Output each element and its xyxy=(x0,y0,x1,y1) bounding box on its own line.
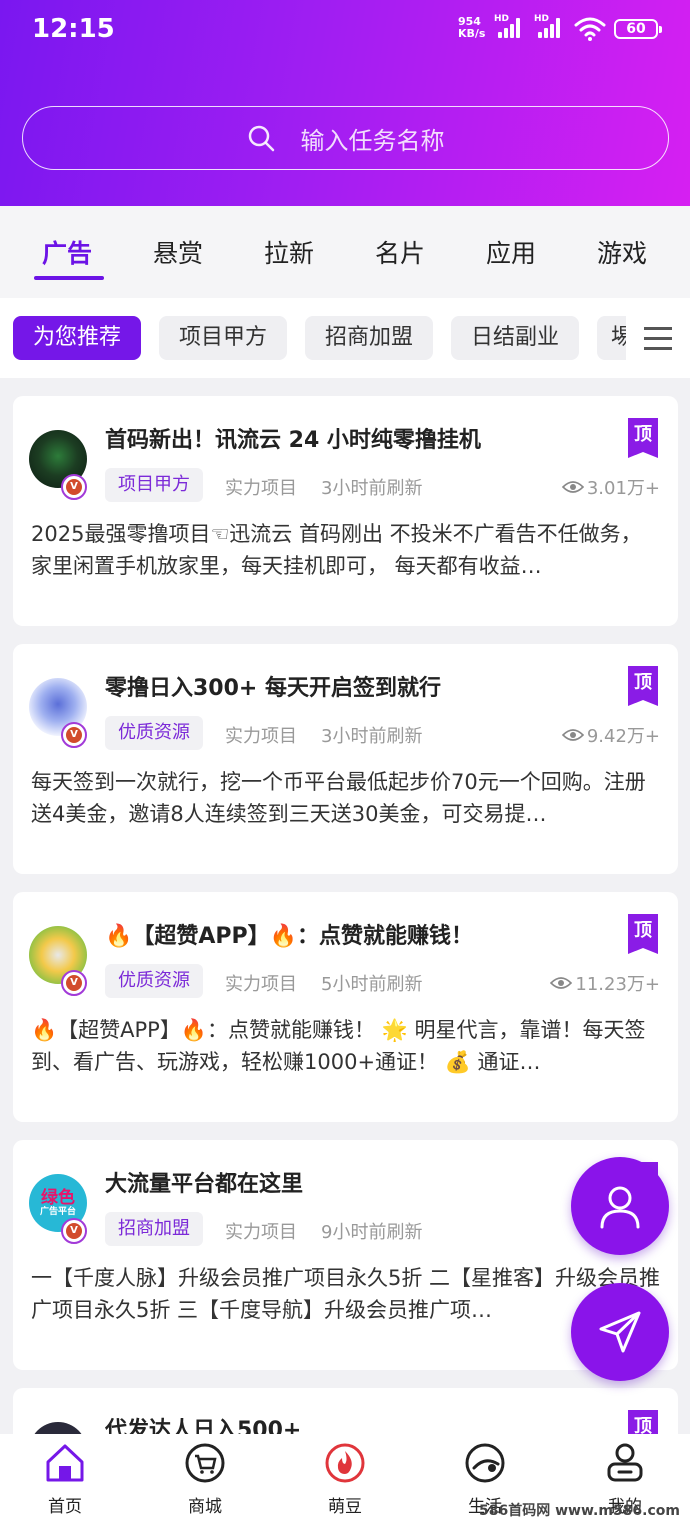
tab-apps[interactable]: 应用 xyxy=(486,234,536,270)
status-bar: 12:15 954 KB/s HD HD 60 xyxy=(0,0,690,60)
search-placeholder: 输入任务名称 xyxy=(300,126,445,155)
speed-unit: KB/s xyxy=(458,27,486,40)
tab-invite[interactable]: 拉新 xyxy=(264,234,314,270)
chip-recommended[interactable]: 为您推荐 xyxy=(13,316,141,360)
task-card[interactable]: V 首码新出！讯流云 24 小时纯零撸挂机 顶 项目甲方 实力项目 3小时前刷新… xyxy=(13,396,678,626)
chip-menu-icon[interactable] xyxy=(626,298,690,378)
card-description: 🔥【超赞APP】🔥：点赞就能赚钱！ 🌟 明星代言，靠谱！每天签到、看广告、玩游戏… xyxy=(31,1018,646,1074)
hd-label-2: HD xyxy=(534,14,550,24)
home-icon xyxy=(46,1444,84,1482)
cart-icon xyxy=(185,1443,225,1483)
card-views: 3.01万+ xyxy=(561,474,660,500)
card-title: 大流量平台都在这里 xyxy=(105,1172,304,1197)
card-description: 一【千度人脉】升级会员推广项目永久5折 二【星推客】升级会员推广项目永久5折 三… xyxy=(31,1266,661,1322)
views-count: 3.01万+ xyxy=(586,478,660,499)
user-icon xyxy=(607,1443,643,1482)
eye-icon xyxy=(550,977,573,989)
card-views: 9.42万+ xyxy=(561,722,660,748)
profile-fab[interactable] xyxy=(571,1157,669,1255)
tab-card[interactable]: 名片 xyxy=(375,234,425,270)
task-card[interactable]: V 零撸日入300+ 每天开启签到就行 顶 优质资源 实力项目 3小时前刷新 9… xyxy=(13,644,678,874)
verified-badge-icon: V xyxy=(61,722,87,748)
card-tag: 招商加盟 xyxy=(105,1212,203,1246)
status-time: 12:15 xyxy=(32,14,115,44)
search-input[interactable]: 输入任务名称 xyxy=(22,106,669,170)
card-meta-time: 5小时前刷新 xyxy=(321,974,423,995)
network-speed: 954 KB/s xyxy=(458,16,485,40)
verified-badge-icon: V xyxy=(61,970,87,996)
nav-home[interactable]: 首页 xyxy=(25,1442,105,1517)
send-icon xyxy=(599,1311,641,1353)
nav-label: 首页 xyxy=(48,1497,82,1517)
views-count: 9.42万+ xyxy=(586,726,660,747)
verified-badge-icon: V xyxy=(61,474,87,500)
card-meta-time: 3小时前刷新 xyxy=(321,478,423,499)
card-meta-time: 3小时前刷新 xyxy=(321,726,423,747)
card-meta-time: 9小时前刷新 xyxy=(321,1222,423,1243)
card-meta-strength: 实力项目 xyxy=(225,1222,297,1243)
life-icon xyxy=(465,1443,505,1483)
pinned-flag: 顶 xyxy=(628,914,658,954)
category-tabs: 广告 悬赏 拉新 名片 应用 游戏 xyxy=(0,206,690,298)
tab-reward[interactable]: 悬赏 xyxy=(153,234,203,270)
views-count: 11.23万+ xyxy=(575,974,660,995)
card-meta-strength: 实力项目 xyxy=(225,726,297,747)
chip-project-owner[interactable]: 项目甲方 xyxy=(159,316,287,360)
tab-ads[interactable]: 广告 xyxy=(42,234,92,270)
tab-games[interactable]: 游戏 xyxy=(597,234,647,270)
user-icon xyxy=(600,1186,640,1229)
wifi-icon xyxy=(574,17,606,41)
chip-daily-side[interactable]: 日结副业 xyxy=(451,316,579,360)
nav-label: 商城 xyxy=(188,1497,222,1517)
hd-label: HD xyxy=(494,14,510,24)
tab-indicator xyxy=(34,276,104,280)
card-tag: 优质资源 xyxy=(105,964,203,998)
card-tag: 项目甲方 xyxy=(105,468,203,502)
fire-icon xyxy=(325,1443,365,1483)
filter-chips: 为您推荐 项目甲方 招商加盟 日结副业 埸 xyxy=(0,298,690,378)
card-title: 零撸日入300+ 每天开启签到就行 xyxy=(105,676,442,701)
eye-icon xyxy=(561,729,584,741)
nav-mall[interactable]: 商城 xyxy=(165,1442,245,1517)
avatar-subtext: 广告平台 xyxy=(39,1206,76,1217)
battery-icon: 60 xyxy=(614,19,662,39)
chip-franchise[interactable]: 招商加盟 xyxy=(305,316,433,360)
card-tag: 优质资源 xyxy=(105,716,203,750)
card-views: 11.23万+ xyxy=(550,970,660,996)
nav-label: 萌豆 xyxy=(328,1497,362,1517)
card-description: 2025最强零撸项目☜迅流云 首码刚出 不投米不广看告不任做务，家里闲置手机放家… xyxy=(31,522,642,578)
avatar-text: 绿色 xyxy=(41,1187,75,1208)
pinned-flag: 顶 xyxy=(628,666,658,706)
publish-fab[interactable] xyxy=(571,1283,669,1381)
card-meta-strength: 实力项目 xyxy=(225,478,297,499)
card-title: 首码新出！讯流云 24 小时纯零撸挂机 xyxy=(105,428,481,453)
card-description: 每天签到一次就行，挖一个币平台最低起步价70元一个回购。注册送4美金，邀请8人连… xyxy=(31,770,646,826)
pinned-flag: 顶 xyxy=(628,418,658,458)
search-icon xyxy=(248,125,274,152)
card-meta-strength: 实力项目 xyxy=(225,974,297,995)
verified-badge-icon: V xyxy=(61,1218,87,1244)
eye-icon xyxy=(561,481,584,493)
watermark: 586首码网 www.m586.com xyxy=(479,1503,680,1519)
task-card[interactable]: V 🔥【超赞APP】🔥：点赞就能赚钱！ 顶 优质资源 实力项目 5小时前刷新 1… xyxy=(13,892,678,1122)
nav-beans[interactable]: 萌豆 xyxy=(305,1442,385,1517)
card-title: 🔥【超赞APP】🔥：点赞就能赚钱！ xyxy=(105,924,474,949)
